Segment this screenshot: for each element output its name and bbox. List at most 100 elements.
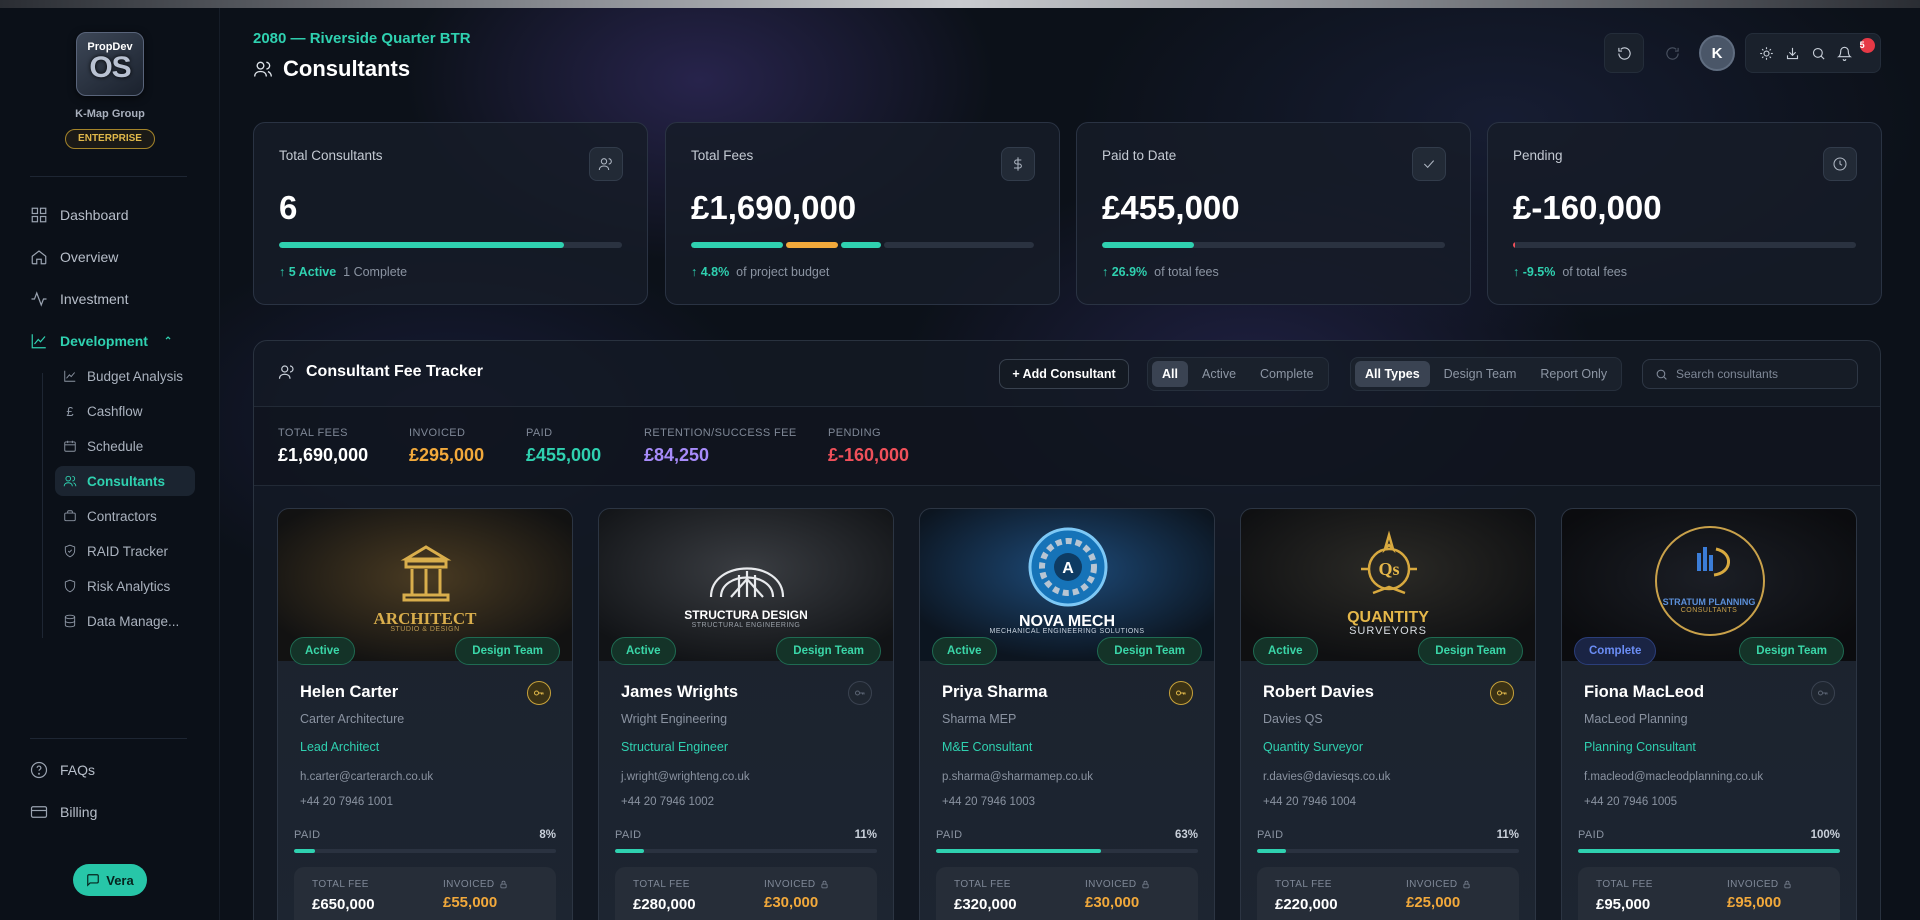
consultant-name: Robert Davies — [1263, 683, 1374, 701]
kpi-label: Total Fees — [691, 148, 754, 163]
kpi-value: £-160,000 — [1513, 189, 1662, 226]
access-key-button[interactable] — [1169, 681, 1193, 705]
filter-complete[interactable]: Complete — [1250, 361, 1324, 387]
sidebar-item-budget-analysis[interactable]: Budget Analysis — [55, 361, 195, 391]
sidebar-item-investment[interactable]: Investment — [30, 288, 128, 310]
filter-all[interactable]: All — [1152, 361, 1188, 387]
access-key-button[interactable] — [527, 681, 551, 705]
theme-toggle-button[interactable] — [1759, 46, 1774, 61]
consultant-email[interactable]: r.davies@daviesqs.co.uk — [1263, 771, 1390, 783]
invoiced-value: £30,000 — [1085, 894, 1140, 911]
dollar-icon — [1001, 147, 1035, 181]
kpi-trend-text: 1 Complete — [343, 265, 408, 279]
consultant-card[interactable]: Qs QUANTITY SURVEYORS Active Design Team… — [1240, 508, 1536, 920]
summary-paid: PAID £455,000 — [526, 427, 601, 466]
sidebar-item-dashboard[interactable]: Dashboard — [30, 204, 129, 226]
sidebar: PropDev OS K-Map Group ENTERPRISE Dashbo… — [0, 8, 220, 920]
lock-icon — [1463, 880, 1470, 889]
invoiced-label: INVOICED — [1085, 879, 1198, 890]
access-key-button[interactable] — [1811, 681, 1835, 705]
consultant-phone[interactable]: +44 20 7946 1001 — [300, 796, 393, 808]
kpi-card-paid-to-date: Paid to Date £455,000 ↑ 26.9% of total f… — [1076, 122, 1471, 305]
download-button[interactable] — [1785, 46, 1800, 61]
search-input[interactable] — [1676, 367, 1846, 381]
status-badge: Active — [1253, 637, 1318, 665]
filter-design-team[interactable]: Design Team — [1434, 361, 1527, 387]
filter-active[interactable]: Active — [1192, 361, 1246, 387]
paid-label: PAID — [1578, 829, 1605, 841]
sidebar-item-contractors[interactable]: Contractors — [55, 501, 195, 531]
total-fee-label: TOTAL FEE — [633, 879, 746, 890]
consultant-phone[interactable]: +44 20 7946 1004 — [1263, 796, 1356, 808]
tracker-title: Consultant Fee Tracker — [278, 363, 483, 381]
consultant-email[interactable]: f.macleod@macleodplanning.co.uk — [1584, 771, 1763, 783]
sidebar-item-billing[interactable]: Billing — [30, 801, 97, 823]
paid-label: PAID — [1257, 829, 1284, 841]
paid-percent: 11% — [854, 829, 877, 841]
consultant-phone[interactable]: +44 20 7946 1003 — [942, 796, 1035, 808]
consultant-card[interactable]: ARCHITECT STUDIO & DESIGN Active Design … — [277, 508, 573, 920]
redo-button[interactable] — [1652, 33, 1692, 73]
invoiced-label: INVOICED — [764, 879, 877, 890]
sidebar-item-risk-analytics[interactable]: Risk Analytics — [55, 571, 195, 601]
sidebar-item-development[interactable]: Development ⌃ — [30, 330, 172, 352]
summary-total-fees: TOTAL FEES £1,690,000 — [278, 427, 368, 466]
sidebar-item-label: RAID Tracker — [87, 543, 169, 559]
svg-text:A: A — [1062, 560, 1074, 577]
sidebar-item-consultants[interactable]: Consultants — [55, 466, 195, 496]
sidebar-item-label: Consultants — [87, 473, 166, 489]
check-icon — [1412, 147, 1446, 181]
consultant-role: Planning Consultant — [1584, 740, 1696, 754]
kpi-trend: ↑ 26.9% — [1102, 265, 1148, 279]
consultant-card[interactable]: STRUCTURA DESIGN STRUCTURAL ENGINEERING … — [598, 508, 894, 920]
total-fee-label-text: TOTAL FEE — [954, 879, 1011, 890]
briefcase-icon — [64, 510, 76, 522]
consultant-email[interactable]: j.wright@wrighteng.co.uk — [621, 771, 750, 783]
consultant-role: M&E Consultant — [942, 740, 1033, 754]
sidebar-item-cashflow[interactable]: £ Cashflow — [55, 396, 195, 426]
search-button[interactable] — [1811, 46, 1826, 61]
filter-report-only[interactable]: Report Only — [1530, 361, 1617, 387]
total-fee-label-text: TOTAL FEE — [633, 879, 690, 890]
notifications-button[interactable]: 5 — [1836, 37, 1875, 61]
sidebar-item-raid-tracker[interactable]: RAID Tracker — [55, 536, 195, 566]
vera-assistant-button[interactable]: Vera — [73, 864, 147, 896]
search-box[interactable] — [1642, 359, 1858, 389]
summary-pending: PENDING £-160,000 — [828, 427, 909, 466]
filter-all-types[interactable]: All Types — [1355, 361, 1430, 387]
logo-text: STRUCTURA DESIGN — [684, 608, 808, 622]
consultant-email[interactable]: h.carter@carterarch.co.uk — [300, 771, 433, 783]
project-name[interactable]: 2080 — Riverside Quarter BTR — [253, 30, 471, 47]
kpi-segment-bar — [691, 242, 1034, 248]
sidebar-item-overview[interactable]: Overview — [30, 246, 118, 268]
kpi-footnote: ↑ 5 Active 1 Complete — [279, 265, 407, 279]
summary-label: INVOICED — [409, 427, 466, 439]
sidebar-item-label: Overview — [60, 249, 119, 265]
invoiced-label-text: INVOICED — [443, 879, 495, 890]
calendar-icon — [64, 440, 76, 452]
fee-box: TOTAL FEE £220,000 INVOICED £25,000 — [1257, 867, 1519, 920]
consultant-phone[interactable]: +44 20 7946 1005 — [1584, 796, 1677, 808]
kpi-trend-text: of total fees — [1154, 265, 1219, 279]
access-key-button[interactable] — [1490, 681, 1514, 705]
sidebar-item-schedule[interactable]: Schedule — [55, 431, 195, 461]
access-key-button[interactable] — [848, 681, 872, 705]
undo-button[interactable] — [1604, 33, 1644, 73]
avatar[interactable]: K — [1699, 35, 1735, 71]
sidebar-item-label: Investment — [60, 291, 129, 307]
kpi-trend-text: of project budget — [736, 265, 830, 279]
consultant-card[interactable]: A NOVA MECH MECHANICAL ENGINEERING SOLUT… — [919, 508, 1215, 920]
chevron-up-icon[interactable]: ⌃ — [164, 336, 172, 347]
app-logo[interactable]: PropDev OS — [76, 32, 144, 96]
sidebar-item-data-management[interactable]: Data Manage... — [55, 606, 195, 636]
kpi-progress-bar — [1102, 242, 1445, 248]
total-fee-label: TOTAL FEE — [1275, 879, 1388, 890]
consultant-email[interactable]: p.sharma@sharmamep.co.uk — [942, 771, 1093, 783]
company-name: Carter Architecture — [300, 712, 405, 726]
kpi-label: Pending — [1513, 148, 1563, 163]
add-consultant-button[interactable]: + Add Consultant — [999, 359, 1129, 389]
consultant-card[interactable]: STRATUM PLANNING CONSULTANTS Complete De… — [1561, 508, 1857, 920]
consultant-phone[interactable]: +44 20 7946 1002 — [621, 796, 714, 808]
kpi-progress-fill — [279, 242, 564, 248]
sidebar-item-faqs[interactable]: FAQs — [30, 759, 95, 781]
